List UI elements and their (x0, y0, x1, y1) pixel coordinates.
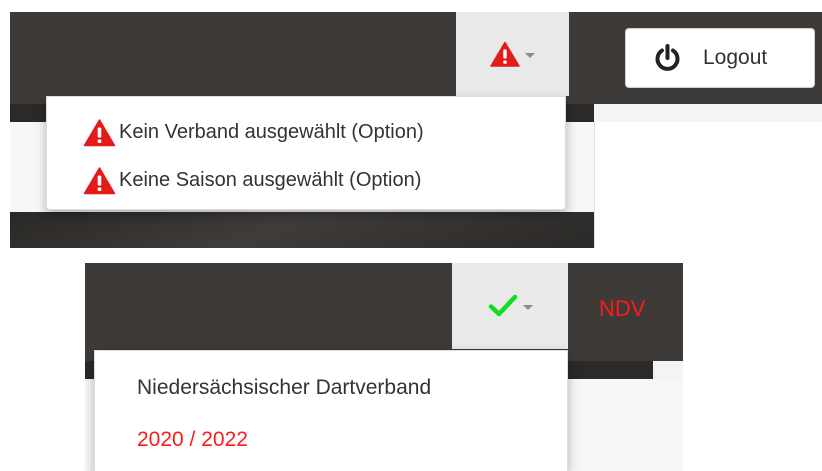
warning-triangle-icon (83, 118, 116, 147)
alert-dropdown-menu: Kein Verband ausgewählt (Option) Keine S… (46, 96, 566, 210)
chevron-down-icon (522, 305, 533, 310)
logout-label: Logout (703, 46, 768, 69)
association-name: Niedersächsischer Dartverband (137, 376, 432, 399)
alert-item-label: Kein Verband ausgewählt (Option) (119, 120, 424, 143)
power-icon (654, 43, 681, 73)
alert-item-no-association[interactable]: Kein Verband ausgewählt (Option) (83, 115, 424, 149)
checkmark-icon (488, 294, 518, 318)
top-subnav-strip-right (594, 104, 822, 123)
chevron-down-icon (525, 53, 535, 58)
alert-item-no-season[interactable]: Keine Saison ausgewählt (Option) (83, 163, 421, 197)
status-dropdown-menu: Niedersächsischer Dartverband 2020 / 202… (94, 350, 568, 471)
warning-triangle-icon (83, 166, 116, 195)
season-link[interactable]: 2020 / 2022 (137, 428, 248, 452)
alert-item-label: Keine Saison ausgewählt (Option) (119, 168, 422, 191)
warning-triangle-icon (490, 41, 520, 67)
top-hero-background (10, 212, 594, 248)
alert-dropdown-toggle[interactable] (456, 12, 569, 96)
logout-button[interactable]: Logout (625, 28, 815, 88)
bottom-navbar (85, 263, 683, 361)
association-short-link[interactable]: NDV (599, 296, 645, 322)
bottom-subnav-strip-right (653, 361, 683, 379)
top-right-content-pane (594, 122, 822, 247)
status-dropdown-toggle[interactable] (452, 263, 568, 349)
